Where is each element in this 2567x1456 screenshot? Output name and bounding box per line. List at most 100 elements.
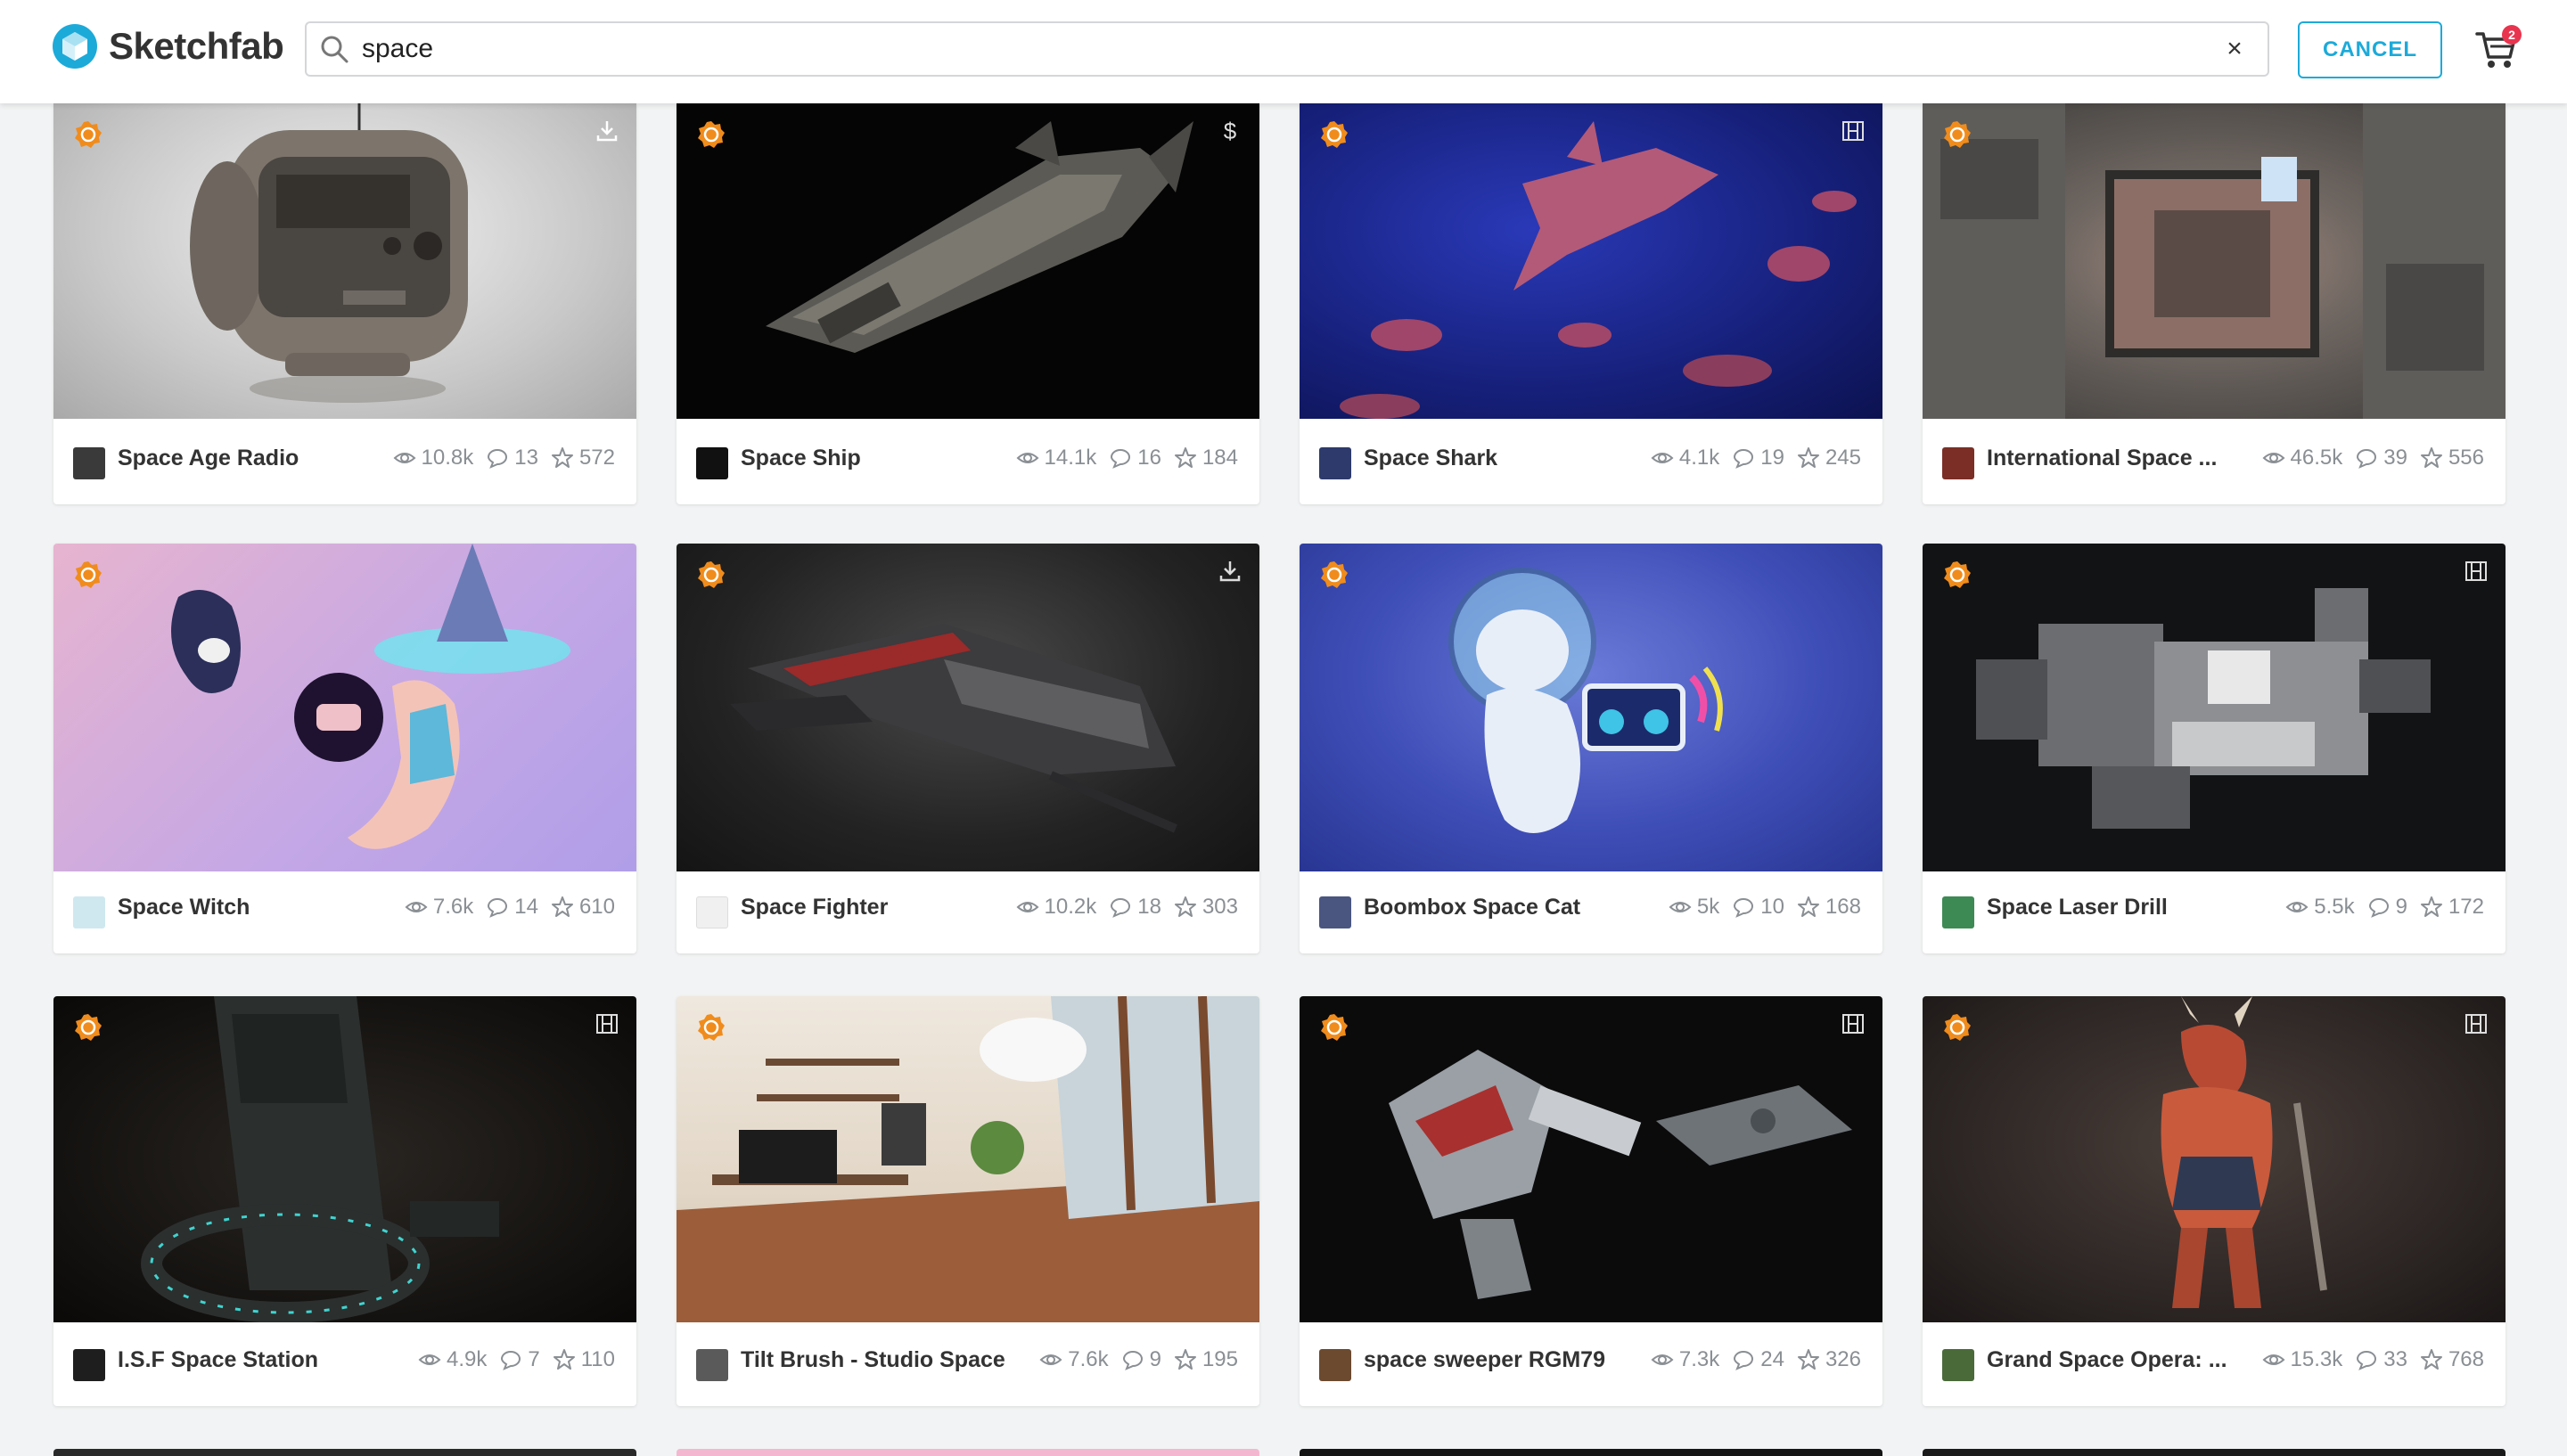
avatar[interactable] [73,447,105,479]
model-title[interactable]: Space Ship [741,446,861,471]
model-thumbnail[interactable] [53,544,636,871]
model-card[interactable]: Space Fighter 10.2k 18 303 [677,544,1259,953]
model-title[interactable]: Space Witch [118,895,250,920]
model-card[interactable]: Tilt Brush - Studio Space 7.6k 9 195 [677,996,1259,1406]
top-bar: Sketchfab × CANCEL 2 [0,0,2567,103]
comment-count: 14 [514,895,538,919]
witch-illustration [171,544,570,849]
star-icon[interactable] [553,1348,576,1371]
star-icon[interactable] [2420,896,2443,919]
model-card[interactable]: Grand Space Opera: ... 15.3k 33 768 [1923,996,2505,1406]
staff-pick-icon [698,561,725,588]
model-title[interactable]: Grand Space Opera: ... [1987,1347,2227,1373]
like-count: 195 [1201,1347,1238,1371]
comment-count: 39 [2383,446,2407,470]
model-thumbnail[interactable] [1923,544,2505,871]
avatar[interactable] [1319,1349,1351,1381]
model-thumbnail[interactable] [1923,103,2505,419]
model-title[interactable]: Space Laser Drill [1987,895,2168,920]
model-stats: 46.5k 39 556 [2250,446,2484,470]
model-card[interactable]: Space Age Radio 10.8k 13 572 [53,103,636,504]
view-count: 15.3k [2290,1347,2343,1371]
like-count: 168 [1825,895,1861,919]
search-box[interactable]: × [305,21,2269,77]
next-row-card-top[interactable] [677,1449,1259,1456]
sweeper-illustration [1389,1050,1852,1299]
model-card[interactable]: Boombox Space Cat 5k 10 168 [1300,544,1882,953]
download-icon[interactable] [1217,558,1243,585]
model-stats: 14.1k 16 184 [1004,446,1238,470]
avatar[interactable] [1942,447,1974,479]
shark-illustration [1340,121,1857,419]
model-card[interactable]: International Space ... 46.5k 39 556 [1923,103,2505,504]
model-title[interactable]: Space Shark [1364,446,1497,471]
eye-icon [1651,1354,1674,1365]
avatar[interactable] [73,1349,105,1381]
model-thumbnail[interactable] [677,996,1259,1322]
avatar[interactable] [696,1349,728,1381]
eye-icon [418,1354,441,1365]
card-info: Space Age Radio 10.8k 13 572 [53,419,636,504]
model-title[interactable]: Space Fighter [741,895,888,920]
model-card[interactable]: $ Space Ship 14.1k 16 184 [677,103,1259,504]
star-icon[interactable] [1174,446,1197,470]
radio-illustration [190,103,468,403]
model-thumbnail[interactable] [53,996,636,1322]
model-title[interactable]: International Space ... [1987,446,2217,471]
next-row-card-top[interactable] [1300,1449,1882,1456]
avatar[interactable] [696,447,728,479]
model-title[interactable]: Boombox Space Cat [1364,895,1580,920]
view-count: 14.1k [1044,446,1097,470]
view-count: 46.5k [2290,446,2343,470]
model-thumbnail[interactable] [53,103,636,419]
staff-pick-icon [1321,121,1348,148]
star-icon[interactable] [1797,896,1820,919]
avatar[interactable] [696,896,728,928]
star-icon[interactable] [1174,1348,1197,1371]
card-info: Tilt Brush - Studio Space 7.6k 9 195 [677,1321,1259,1406]
model-thumbnail[interactable]: $ [677,103,1259,419]
model-thumbnail[interactable] [677,544,1259,871]
model-title[interactable]: Space Age Radio [118,446,299,471]
model-thumbnail[interactable] [1300,996,1882,1322]
star-icon[interactable] [1797,446,1820,470]
model-thumbnail[interactable] [1300,544,1882,871]
view-count: 4.9k [447,1347,488,1371]
animated-icon [2465,1014,2487,1034]
download-icon[interactable] [594,118,620,144]
model-card[interactable]: space sweeper RGM79 7.3k 24 326 [1300,996,1882,1406]
model-stats: 10.8k 13 572 [381,446,615,470]
star-icon[interactable] [2420,1348,2443,1371]
avatar[interactable] [1942,896,1974,928]
model-title[interactable]: I.S.F Space Station [118,1347,318,1373]
next-row-card-top[interactable] [1923,1449,2505,1456]
model-thumbnail[interactable] [1300,103,1882,419]
staff-pick-icon [1944,1014,1971,1041]
star-icon[interactable] [1797,1348,1820,1371]
star-icon[interactable] [1174,896,1197,919]
avatar[interactable] [73,896,105,928]
star-icon[interactable] [551,896,574,919]
avatar[interactable] [1942,1349,1974,1381]
avatar[interactable] [1319,447,1351,479]
model-stats: 4.1k 19 245 [1638,446,1861,470]
studio-illustration [677,996,1259,1322]
comment-icon [2357,1350,2377,1370]
model-card[interactable]: Space Laser Drill 5.5k 9 172 [1923,544,2505,953]
search-input[interactable] [362,34,2268,64]
close-icon[interactable]: × [2221,36,2248,62]
avatar[interactable] [1319,896,1351,928]
next-row-card-top[interactable] [53,1449,636,1456]
model-title[interactable]: Tilt Brush - Studio Space [741,1347,1005,1373]
cancel-button[interactable]: CANCEL [2298,21,2442,78]
dollar-icon[interactable]: $ [1217,118,1243,144]
model-title[interactable]: space sweeper RGM79 [1364,1347,1605,1373]
model-thumbnail[interactable] [1923,996,2505,1322]
comment-count: 13 [514,446,538,470]
star-icon[interactable] [2420,446,2443,470]
model-card[interactable]: I.S.F Space Station 4.9k 7 110 [53,996,636,1406]
model-card[interactable]: Space Witch 7.6k 14 610 [53,544,636,953]
model-card[interactable]: Space Shark 4.1k 19 245 [1300,103,1882,504]
star-icon[interactable] [551,446,574,470]
sketchfab-logo[interactable]: Sketchfab [52,23,284,70]
